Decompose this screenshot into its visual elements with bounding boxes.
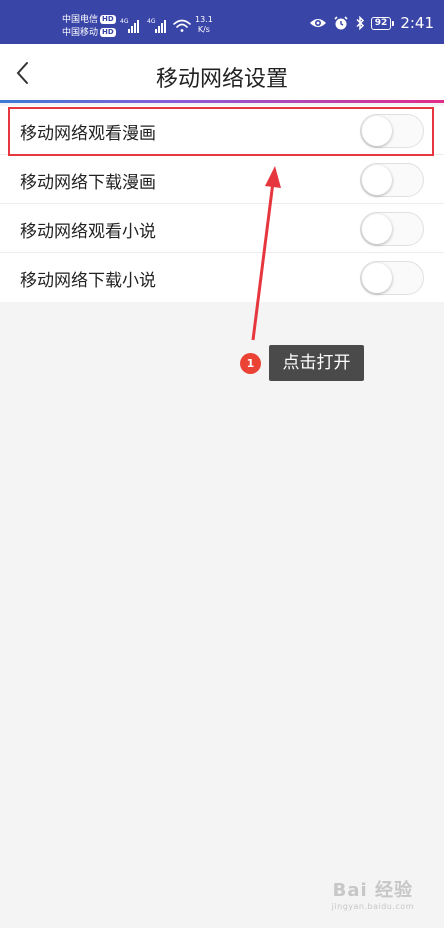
step-number-badge: 1 (240, 353, 261, 374)
hd-badge: HD (100, 28, 116, 37)
view-novels-toggle[interactable] (360, 212, 424, 246)
download-comics-toggle[interactable] (360, 163, 424, 197)
signal-icons: 4G 4G (120, 18, 191, 33)
wifi-icon (173, 19, 191, 32)
watermark-sub: jingyan.baidu.com (331, 902, 414, 911)
toggle-knob (362, 263, 392, 293)
app-header: 移动网络设置 (0, 44, 444, 102)
svg-text:4G: 4G (147, 18, 156, 25)
toggle-knob (362, 214, 392, 244)
carrier-2: 中国移动 (62, 28, 99, 38)
setting-row-view-novels: 移动网络观看小说 (0, 204, 444, 253)
setting-row-download-comics: 移动网络下载漫画 (0, 155, 444, 204)
signal-strength-icon: 4G 4G (120, 18, 166, 33)
baidu-jingyan-watermark: Bai 经验 jingyan.baidu.com (332, 876, 414, 911)
clock: 2:41 (400, 14, 434, 32)
highlight-box (8, 107, 434, 156)
instruction-tooltip: 点击打开 (269, 345, 364, 381)
setting-label: 移动网络观看小说 (20, 222, 156, 242)
svg-text:4G: 4G (120, 18, 129, 25)
setting-label: 移动网络下载小说 (20, 271, 156, 291)
download-novels-toggle[interactable] (360, 261, 424, 295)
carrier-info: 中国电信 HD 中国移动 HD (62, 14, 116, 40)
setting-label: 移动网络下载漫画 (20, 173, 156, 193)
toggle-knob (362, 165, 392, 195)
battery-icon: 92 (370, 16, 395, 30)
setting-row-download-novels: 移动网络下载小说 (0, 253, 444, 302)
status-bar: 中国电信 HD 中国移动 HD 4G 4G 13.1 K/s 92 2:41 (0, 0, 444, 44)
network-speed: 13.1 K/s (195, 15, 213, 34)
battery-level: 92 (370, 16, 392, 30)
alarm-icon (334, 16, 348, 30)
watermark-brand: Bai 经验 (332, 880, 413, 901)
hd-badge: HD (100, 15, 116, 24)
page-title: 移动网络设置 (155, 67, 288, 92)
status-indicators: 92 2:41 (309, 14, 434, 32)
eye-icon (309, 19, 326, 27)
header-accent-bar (0, 100, 444, 103)
bluetooth-icon (356, 15, 364, 31)
carrier-1: 中国电信 (62, 15, 99, 25)
